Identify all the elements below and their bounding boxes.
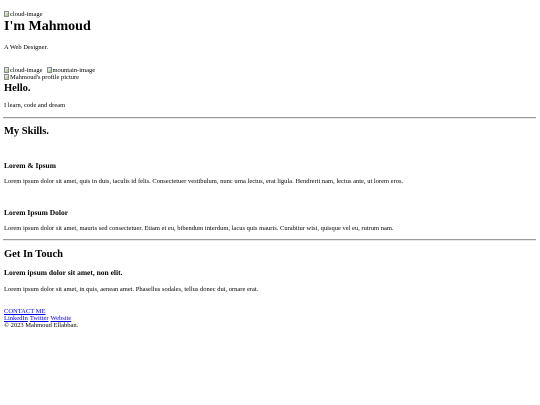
contact-heading: Get In Touch (4, 249, 63, 260)
cloud-image: cloud-image (4, 11, 43, 19)
copyright: © 2023 Mahmoud Ellabban. (4, 322, 79, 329)
intro-text: I learn, code and dream (4, 102, 66, 109)
broken-image-icon (4, 74, 9, 80)
page-title: I'm Mahmoud (4, 19, 91, 34)
contact-subheading: Lorem ipsum dolor sit amet, non elit. (4, 268, 123, 277)
intro-heading: Hello. (4, 83, 31, 94)
divider-2 (3, 239, 536, 241)
contact-text: Lorem ipsum dolor sit amet, in quis, aen… (4, 286, 259, 293)
divider-1 (3, 117, 536, 119)
broken-image-icon (4, 11, 9, 17)
profile-picture: Mahmoud's profile picture (4, 74, 79, 82)
skill-1-title: Lorem & Ipsum (4, 161, 56, 170)
profile-picture-alt: Mahmoud's profile picture (10, 74, 80, 81)
skills-heading: My Skills. (4, 126, 49, 137)
skill-2-title: Lorem Ipsum Dolor (4, 208, 69, 217)
page-subtitle: A Web Designer. (4, 44, 48, 51)
cloud-image-alt: cloud-image (10, 11, 43, 18)
profile-picture-wrap: Mahmoud's profile picture (4, 66, 79, 84)
skill-1-text: Lorem ipsum dolor sit amet, quis in duis… (4, 178, 404, 185)
twitter-link[interactable]: Twitter (30, 315, 49, 322)
skill-2-text: Lorem ipsum dolor sit amet, mauris sed c… (4, 225, 394, 232)
linkedin-link[interactable]: LinkedIn (4, 315, 28, 322)
page: cloud-image I'm Mahmoud A Web Designer. … (0, 0, 540, 405)
website-link[interactable]: Website (51, 315, 72, 322)
